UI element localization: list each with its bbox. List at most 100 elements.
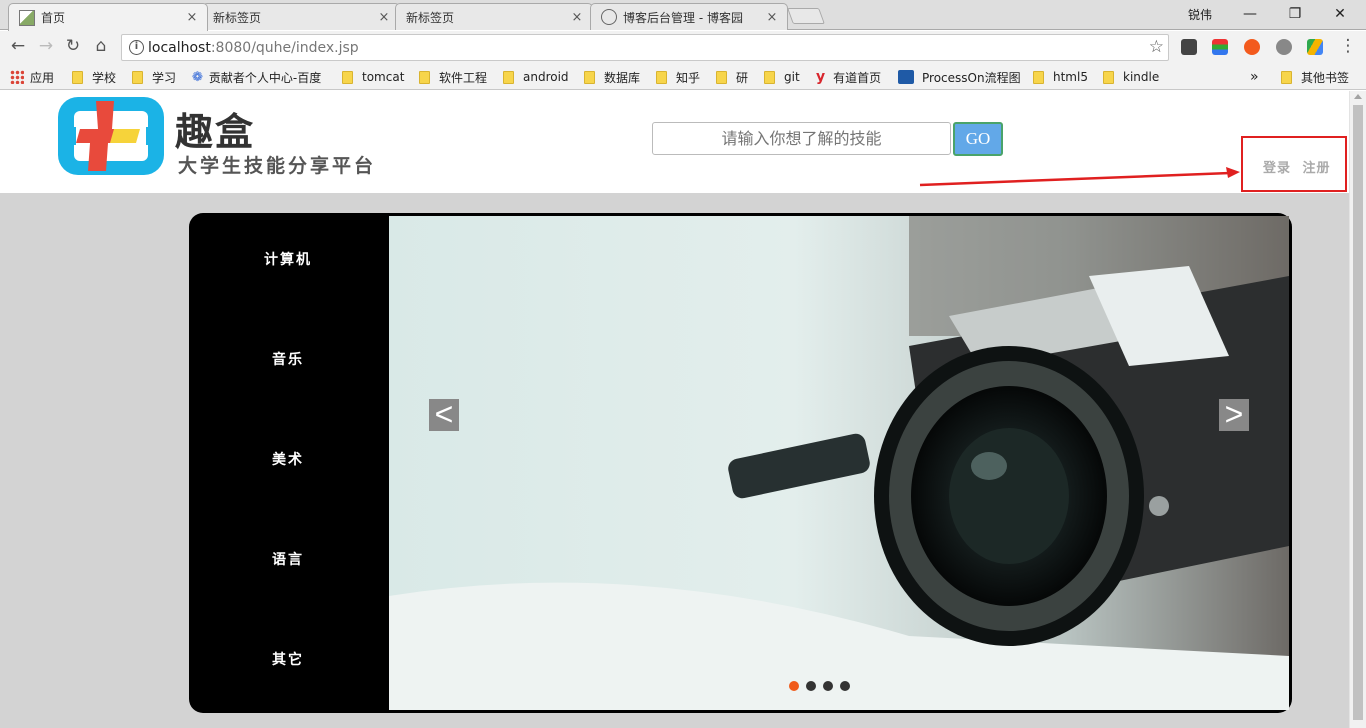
close-icon[interactable]: × xyxy=(377,10,391,25)
page-scrollbar[interactable] xyxy=(1349,91,1366,728)
carousel-dot[interactable] xyxy=(840,681,850,691)
skill-search-input[interactable] xyxy=(652,122,951,155)
login-link[interactable]: 登录 xyxy=(1263,161,1291,176)
bookmark-label: 软件工程 xyxy=(439,70,488,85)
menu-item-language[interactable]: 语言 xyxy=(189,540,387,580)
tab-title: 博客后台管理 - 博客园 xyxy=(623,10,743,25)
folder-icon xyxy=(1281,70,1292,84)
tab-new-1[interactable]: 新标签页 × xyxy=(202,3,400,30)
close-icon[interactable]: × xyxy=(185,10,199,25)
search-go-button[interactable]: GO xyxy=(953,122,1003,156)
home-icon[interactable]: ⌂ xyxy=(91,36,111,56)
browser-toolbar: ← → ↻ ⌂ i localhost:8080/quhe/index.jsp … xyxy=(0,31,1366,64)
extension-drive-icon[interactable] xyxy=(1307,39,1323,55)
restore-icon[interactable]: ❐ xyxy=(1273,2,1317,26)
auth-links: 登录 注册 xyxy=(1263,157,1331,176)
bookmark-item[interactable]: 研 xyxy=(716,69,748,85)
bookmark-item[interactable]: ❁ 贡献者个人中心-百度 xyxy=(192,69,328,85)
bookmark-label: 贡献者个人中心-百度 xyxy=(208,70,322,85)
adblock-icon[interactable] xyxy=(1276,39,1292,55)
bookmark-apps[interactable]: 应用 xyxy=(10,69,54,85)
tab-home[interactable]: 首页 × xyxy=(8,3,208,31)
carousel-indicators xyxy=(789,681,857,691)
folder-icon xyxy=(716,70,727,84)
tab-new-2[interactable]: 新标签页 × xyxy=(395,3,593,30)
bookmark-label: 数据库 xyxy=(604,70,641,85)
bookmark-item[interactable]: 数据库 xyxy=(584,69,640,85)
register-link[interactable]: 注册 xyxy=(1303,161,1331,176)
bookmark-item[interactable]: y 有道首页 xyxy=(816,69,881,85)
bookmark-item[interactable]: kindle xyxy=(1103,69,1159,85)
scroll-thumb[interactable] xyxy=(1353,105,1363,720)
folder-icon xyxy=(342,70,353,84)
new-tab-button[interactable] xyxy=(787,8,825,24)
carousel-next-button[interactable]: > xyxy=(1219,398,1249,431)
window-close-icon[interactable]: ✕ xyxy=(1318,2,1362,26)
close-icon[interactable]: × xyxy=(570,10,584,25)
browser-tab-strip: 首页 × 新标签页 × 新标签页 × 博客后台管理 - 博客园 × 锐伟 — ❐… xyxy=(0,0,1366,31)
carousel-dot[interactable] xyxy=(789,681,799,691)
bookmark-item[interactable]: android xyxy=(503,69,569,85)
address-bar[interactable]: i localhost:8080/quhe/index.jsp ☆ xyxy=(121,34,1169,61)
bookmark-item[interactable]: html5 xyxy=(1033,69,1088,85)
carousel-dot[interactable] xyxy=(806,681,816,691)
bookmark-item[interactable]: 学校 xyxy=(72,69,116,85)
folder-icon xyxy=(72,70,83,84)
qubox-logo-icon[interactable] xyxy=(56,95,166,177)
bookmarks-overflow-button[interactable]: » xyxy=(1250,69,1259,85)
bookmark-label: 应用 xyxy=(30,70,55,85)
image-carousel[interactable]: < > xyxy=(389,216,1289,710)
folder-icon xyxy=(132,70,143,84)
tab-title: 首页 xyxy=(41,11,66,25)
minimize-icon[interactable]: — xyxy=(1228,2,1272,26)
forward-arrow-icon[interactable]: → xyxy=(36,36,56,56)
folder-icon xyxy=(503,70,514,84)
menu-item-computer[interactable]: 计算机 xyxy=(189,240,387,280)
other-bookmarks[interactable]: 其他书签 xyxy=(1281,69,1349,85)
bookmark-label: html5 xyxy=(1053,70,1088,84)
carousel-prev-button[interactable]: < xyxy=(429,398,459,431)
back-arrow-icon[interactable]: ← xyxy=(8,36,28,56)
site-header: 趣盒 大学生技能分享平台 GO 登录 注册 xyxy=(0,91,1349,193)
bookmark-item[interactable]: 软件工程 xyxy=(419,69,487,85)
bookmark-label: 学校 xyxy=(92,70,117,85)
tab-title: 新标签页 xyxy=(406,10,455,25)
logo-title: 趣盒 xyxy=(175,109,256,154)
scroll-up-arrow-icon[interactable] xyxy=(1354,94,1362,99)
bookmark-item[interactable]: ProcessOn流程图 xyxy=(898,69,1021,85)
bookmark-item[interactable]: 知乎 xyxy=(656,69,700,85)
bookmark-label: 研 xyxy=(736,70,749,85)
menu-dots-icon[interactable]: ⋮ xyxy=(1338,36,1358,56)
bookmark-label: android xyxy=(523,70,569,84)
bookmarks-bar: 应用 学校 学习 ❁ 贡献者个人中心-百度 tomcat 软件工程 android… xyxy=(0,64,1366,90)
reload-icon[interactable]: ↻ xyxy=(63,36,83,56)
bookmark-item[interactable]: tomcat xyxy=(342,69,404,85)
folder-icon xyxy=(419,70,430,84)
bookmark-label: git xyxy=(784,70,800,84)
extension-icon[interactable] xyxy=(1181,39,1197,55)
processon-icon xyxy=(898,70,914,84)
blog-favicon-icon xyxy=(601,9,617,25)
carousel-dot[interactable] xyxy=(823,681,833,691)
bookmark-star-icon[interactable]: ☆ xyxy=(1149,37,1164,57)
menu-item-art[interactable]: 美术 xyxy=(189,440,387,480)
bookmark-item[interactable]: git xyxy=(764,69,800,85)
baidu-paw-icon: ❁ xyxy=(192,69,203,85)
profile-name[interactable]: 锐伟 xyxy=(1188,6,1212,23)
extension-infinity-icon[interactable] xyxy=(1244,39,1260,55)
tab-title: 新标签页 xyxy=(213,10,262,25)
bookmark-label: 知乎 xyxy=(676,70,701,85)
site-info-icon[interactable]: i xyxy=(129,40,144,55)
folder-icon xyxy=(764,70,775,84)
tab-blog-admin[interactable]: 博客后台管理 - 博客园 × xyxy=(590,3,788,30)
youdao-icon: y xyxy=(816,69,826,85)
apps-grid-icon xyxy=(10,70,24,84)
close-icon[interactable]: × xyxy=(765,10,779,25)
menu-item-music[interactable]: 音乐 xyxy=(189,340,387,380)
image-favicon-icon xyxy=(19,9,35,26)
category-menu: 计算机 音乐 美术 语言 其它 xyxy=(189,213,387,713)
extension-color-icon[interactable] xyxy=(1212,39,1228,55)
bookmark-item[interactable]: 学习 xyxy=(132,69,176,85)
folder-icon xyxy=(1033,70,1044,84)
menu-item-other[interactable]: 其它 xyxy=(189,640,387,680)
